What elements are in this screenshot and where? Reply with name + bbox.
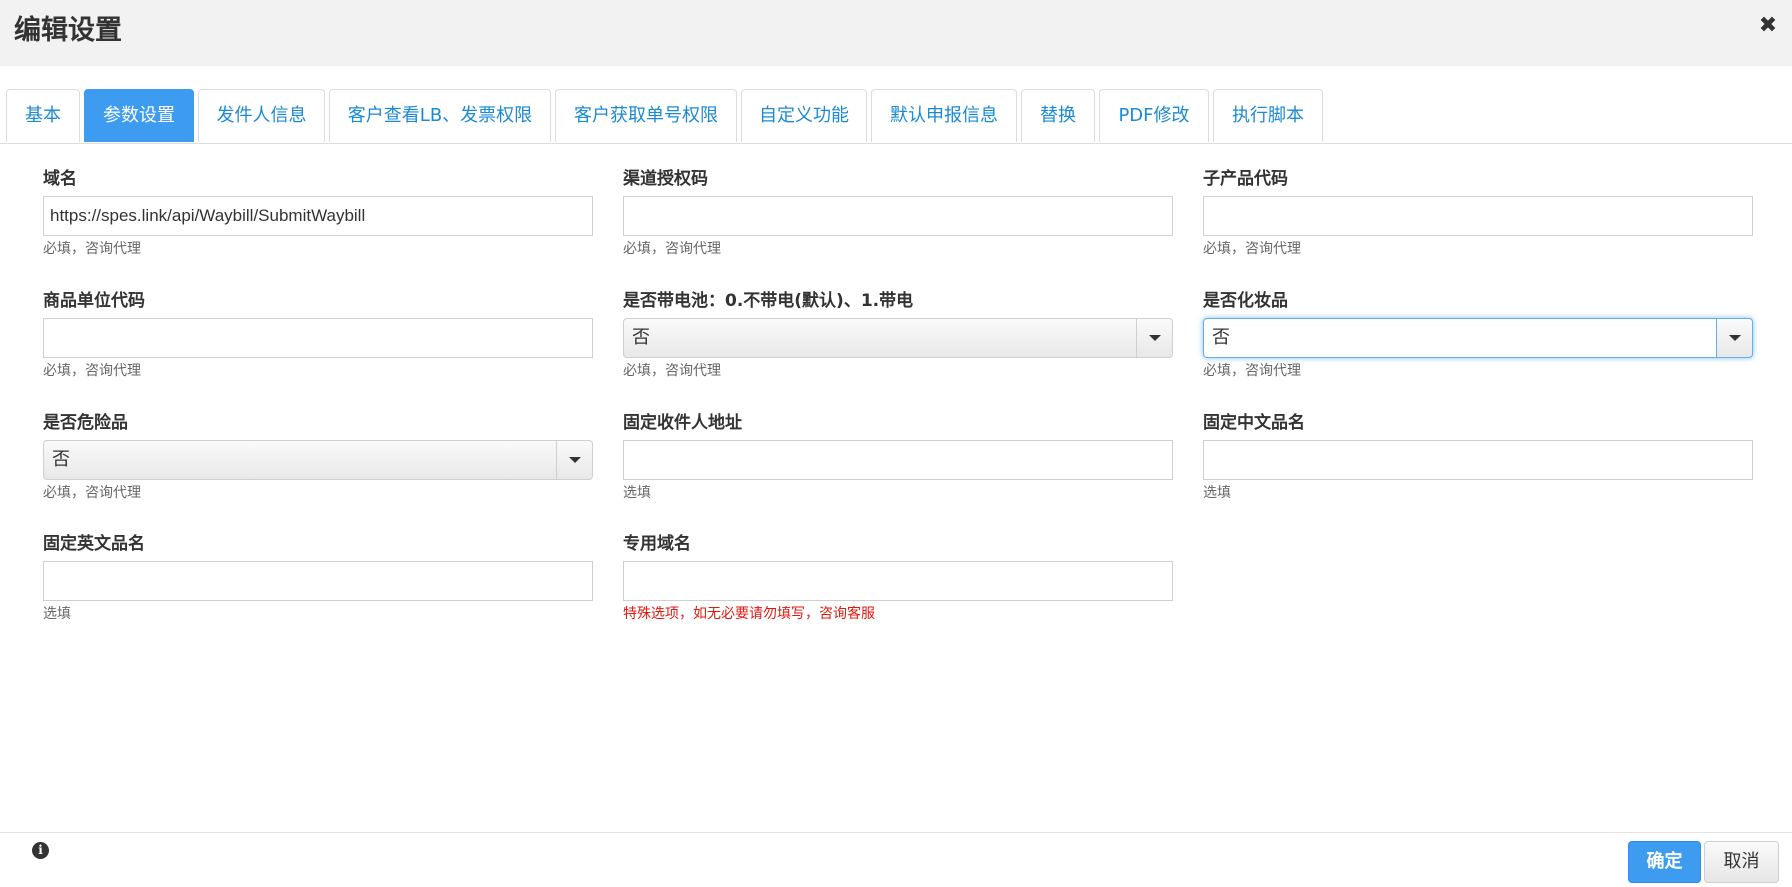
fixed-en-name-input[interactable] <box>43 561 593 601</box>
fixed-receiver-address-hint: 选填 <box>623 485 651 501</box>
fixed-cn-name-input[interactable] <box>1203 440 1753 480</box>
domain-hint: 必填，咨询代理 <box>43 241 141 257</box>
dialog-title: 编辑设置 <box>14 15 122 46</box>
cosmetics-hint: 必填，咨询代理 <box>1203 363 1301 379</box>
tab-custom-functions[interactable]: 自定义功能 <box>741 89 867 142</box>
fixed-en-name-hint: 选填 <box>43 606 71 622</box>
caret-down-icon <box>1729 335 1741 341</box>
domain-input[interactable]: https://spes.link/api/Waybill/SubmitWayb… <box>43 196 593 236</box>
dedicated-domain-label: 专用域名 <box>623 534 691 554</box>
dangerous-label: 是否危险品 <box>43 413 128 433</box>
goods-unit-code-input[interactable] <box>43 318 593 358</box>
dangerous-select-value: 否 <box>52 449 70 470</box>
tab-pdf-modify[interactable]: PDF修改 <box>1099 89 1209 142</box>
tab-customer-tracking-permission[interactable]: 客户获取单号权限 <box>555 89 737 142</box>
cancel-button[interactable]: 取消 <box>1704 841 1779 883</box>
fixed-cn-name-hint: 选填 <box>1203 485 1231 501</box>
channel-auth-code-input[interactable] <box>623 196 1173 236</box>
info-icon[interactable]: i <box>32 842 49 859</box>
confirm-button[interactable]: 确定 <box>1628 841 1701 883</box>
cosmetics-dropdown-toggle[interactable] <box>1716 318 1753 358</box>
close-icon[interactable]: ✖ <box>1756 14 1780 38</box>
sub-product-code-label: 子产品代码 <box>1203 169 1288 189</box>
battery-select-value: 否 <box>632 327 650 348</box>
dedicated-domain-input[interactable] <box>623 561 1173 601</box>
dedicated-domain-hint: 特殊选项，如无必要请勿填写，咨询客服 <box>623 606 875 622</box>
tab-default-declaration[interactable]: 默认申报信息 <box>871 89 1017 142</box>
caret-down-icon <box>569 457 581 463</box>
fixed-receiver-address-input[interactable] <box>623 440 1173 480</box>
battery-select[interactable]: 否 <box>623 318 1173 358</box>
dangerous-dropdown-toggle[interactable] <box>556 441 592 479</box>
channel-auth-code-hint: 必填，咨询代理 <box>623 241 721 257</box>
tab-replace[interactable]: 替换 <box>1021 89 1095 142</box>
dangerous-select[interactable]: 否 <box>43 440 593 480</box>
tab-parameter-settings[interactable]: 参数设置 <box>84 89 194 142</box>
sub-product-code-input[interactable] <box>1203 196 1753 236</box>
cosmetics-select-value: 否 <box>1212 327 1230 348</box>
edit-settings-dialog: 编辑设置 ✖ 基本 参数设置 发件人信息 客户查看LB、发票权限 客户获取单号权… <box>0 0 1792 887</box>
goods-unit-code-hint: 必填，咨询代理 <box>43 363 141 379</box>
tab-customer-lb-invoice-permission[interactable]: 客户查看LB、发票权限 <box>329 89 551 142</box>
fixed-en-name-label: 固定英文品名 <box>43 534 145 554</box>
sub-product-code-hint: 必填，咨询代理 <box>1203 241 1301 257</box>
dialog-footer: i 确定 取消 <box>0 832 1792 887</box>
fixed-cn-name-label: 固定中文品名 <box>1203 413 1305 433</box>
battery-dropdown-toggle[interactable] <box>1136 319 1172 357</box>
cosmetics-select[interactable]: 否 <box>1203 318 1753 358</box>
fixed-receiver-address-label: 固定收件人地址 <box>623 413 742 433</box>
cosmetics-label: 是否化妆品 <box>1203 291 1288 311</box>
battery-label: 是否带电池：0.不带电(默认)、1.带电 <box>623 291 914 311</box>
tab-basic[interactable]: 基本 <box>6 89 80 142</box>
dangerous-hint: 必填，咨询代理 <box>43 485 141 501</box>
caret-down-icon <box>1149 335 1161 341</box>
domain-label: 域名 <box>43 169 77 189</box>
channel-auth-code-label: 渠道授权码 <box>623 169 708 189</box>
dialog-header: 编辑设置 ✖ <box>0 0 1792 66</box>
battery-hint: 必填，咨询代理 <box>623 363 721 379</box>
tab-execute-script[interactable]: 执行脚本 <box>1213 89 1323 142</box>
tab-bar: 基本 参数设置 发件人信息 客户查看LB、发票权限 客户获取单号权限 自定义功能… <box>0 89 1792 144</box>
tab-sender-info[interactable]: 发件人信息 <box>198 89 325 142</box>
goods-unit-code-label: 商品单位代码 <box>43 291 145 311</box>
